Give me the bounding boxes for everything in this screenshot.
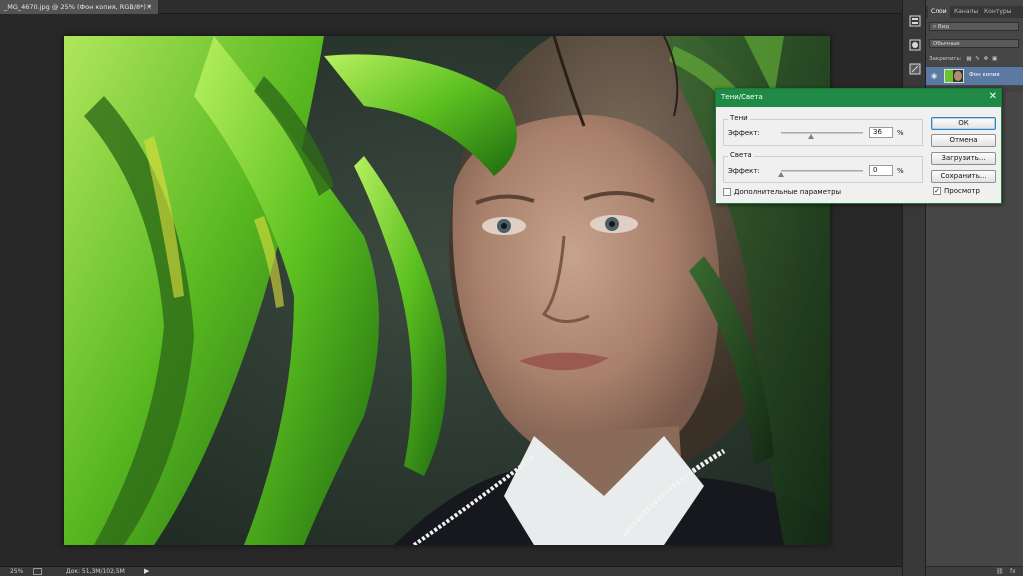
highlights-amount-label: Эффект:	[728, 167, 760, 175]
visibility-eye-icon[interactable]: ◉	[931, 72, 937, 80]
preview-checkbox[interactable]: ✓	[933, 187, 941, 195]
lock-brush-icon[interactable]: ✎	[975, 56, 980, 62]
highlights-group-label: Света	[728, 151, 754, 159]
shadows-highlights-dialog: Тени/Света ✕ Тени Эффект: 36 % Света Эфф…	[715, 88, 1002, 204]
lock-transparency-icon[interactable]: ▦	[966, 56, 971, 62]
panel-icon-strip	[902, 0, 926, 576]
shadows-amount-label: Эффект:	[728, 129, 760, 137]
zoom-level[interactable]: 25%	[10, 568, 23, 575]
show-more-options-checkbox[interactable]	[723, 188, 731, 196]
panel-tabs: Слои Каналы Контуры	[926, 6, 1023, 18]
layer-row[interactable]: ◉ Фон копия	[926, 67, 1023, 85]
layer-kind-value: Вид	[937, 24, 949, 30]
document-tab-bar: _MG_4670.jpg @ 25% (Фон копия, RGB/8*) *…	[0, 0, 902, 14]
status-menu-arrow-icon[interactable]: ▶	[144, 567, 149, 575]
shadows-percent-sign: %	[897, 129, 904, 137]
document-tab-title: _MG_4670.jpg @ 25% (Фон копия, RGB/8*) *	[4, 3, 152, 11]
highlights-percent-sign: %	[897, 167, 904, 175]
fx-icon[interactable]: fx	[1010, 568, 1016, 575]
ok-button[interactable]: ОК	[931, 117, 996, 130]
cancel-button[interactable]: Отмена	[931, 134, 996, 147]
blend-mode-value: Обычные	[933, 41, 960, 47]
layer-name[interactable]: Фон копия	[969, 72, 1000, 78]
show-more-options-label[interactable]: Дополнительные параметры	[734, 188, 841, 196]
properties-icon[interactable]	[908, 62, 922, 76]
highlights-amount-input[interactable]: 0	[869, 165, 893, 176]
dialog-title: Тени/Света	[721, 93, 763, 101]
layer-kind-filter[interactable]: ⌕ Вид	[929, 22, 1019, 31]
status-bar: 25% Док: 51,3M/102,5M ▶	[0, 566, 902, 576]
shadows-amount-input[interactable]: 36	[869, 127, 893, 138]
highlights-amount-slider-thumb[interactable]	[778, 172, 784, 177]
tab-paths[interactable]: Контуры	[984, 6, 1011, 18]
layer-thumbnail	[944, 69, 964, 83]
document-size: Док: 51,3M/102,5M	[66, 568, 125, 575]
tab-layers[interactable]: Слои	[928, 6, 950, 18]
document-tab[interactable]: _MG_4670.jpg @ 25% (Фон копия, RGB/8*) *…	[0, 0, 158, 14]
lock-row: Закрепить: ▦ ✎ ✥ ▣	[929, 56, 1021, 64]
close-icon[interactable]: ✕	[989, 91, 997, 103]
highlights-amount-slider[interactable]	[778, 170, 863, 177]
save-button[interactable]: Сохранить...	[931, 170, 996, 183]
close-icon[interactable]: ×	[146, 0, 152, 14]
shadows-group-label: Тени	[728, 114, 750, 122]
blend-mode-select[interactable]: Обычные	[929, 39, 1019, 48]
lock-label: Закрепить:	[929, 56, 962, 62]
search-icon: ⌕	[933, 24, 937, 30]
export-icon[interactable]	[33, 568, 42, 575]
lock-move-icon[interactable]: ✥	[984, 56, 989, 62]
link-layers-icon[interactable]: ⛓	[996, 568, 1004, 575]
layers-bottom-bar: ⛓ fx	[926, 566, 1023, 576]
layers-panel: Слои Каналы Контуры ⌕ Вид Обычные Закреп…	[926, 0, 1023, 576]
shadows-amount-slider-thumb[interactable]	[807, 134, 814, 139]
history-icon[interactable]	[908, 14, 922, 28]
lock-all-icon[interactable]: ▣	[992, 56, 997, 62]
load-button[interactable]: Загрузить...	[931, 152, 996, 165]
adjustments-icon[interactable]	[908, 38, 922, 52]
shadows-amount-slider[interactable]	[781, 132, 863, 139]
dialog-titlebar[interactable]: Тени/Света ✕	[716, 89, 1001, 107]
tab-channels[interactable]: Каналы	[954, 6, 978, 18]
preview-label[interactable]: Просмотр	[944, 187, 980, 195]
